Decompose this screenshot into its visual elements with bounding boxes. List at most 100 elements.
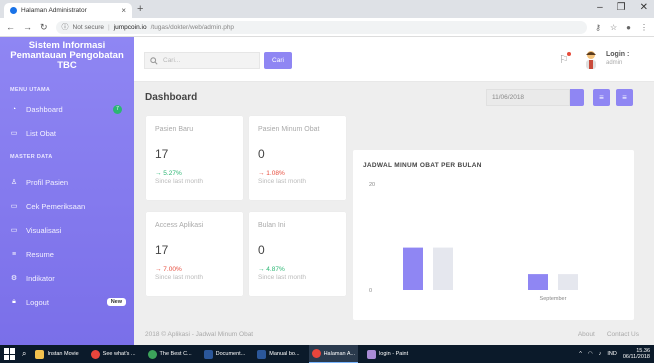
favicon-icon (10, 7, 17, 14)
windows-start-icon[interactable] (4, 348, 16, 360)
search-input[interactable]: Cari... (144, 52, 260, 69)
search-icon (150, 56, 158, 65)
notification-badge: 7 (113, 104, 122, 114)
taskbar-item[interactable]: Manual bo... (254, 345, 302, 363)
section-label-menu: MENU UTAMA (10, 87, 51, 93)
url-host: jumpcoin.io (113, 23, 147, 31)
taskbar-item[interactable]: Document... (201, 345, 249, 363)
sidebar-item-cek-pemeriksaan[interactable]: ▭ Cek Pemeriksaan (10, 199, 126, 213)
new-badge: New (106, 298, 126, 306)
folder-icon (35, 349, 45, 359)
user-icon: ♙ (10, 179, 18, 186)
footer-copyright: 2018 © Aplikasi - Jadwal Minum Obat (145, 330, 254, 338)
close-tab-icon[interactable]: × (121, 6, 126, 15)
key-icon[interactable]: ⚷ (595, 23, 601, 32)
section-label-master: MASTER DATA (10, 154, 53, 160)
word-icon (203, 349, 213, 359)
system-tray: ^ ◠ ♪ IND 15.36 06/11/2018 (579, 348, 650, 360)
notification-dot (566, 52, 571, 56)
sidebar-item-resume[interactable]: ≡ Resume (10, 247, 126, 261)
sidebar-item-label: Profil Pasien (26, 177, 69, 187)
bar-chart: 20 0 September (369, 182, 578, 302)
sidebar-item-indikator[interactable]: ⚙ Indikator (10, 271, 126, 285)
y-tick-label: 0 (369, 288, 372, 294)
stat-delta: → 5.27% (155, 170, 182, 177)
maximize-button[interactable]: ❐ (617, 2, 626, 13)
taskbar-item[interactable]: See what's ... (88, 345, 139, 363)
footer-about-link[interactable]: About (578, 331, 595, 338)
chrome-icon (147, 349, 157, 359)
taskbar-item[interactable]: Instan Movie (32, 345, 81, 363)
reload-icon[interactable]: ↻ (40, 22, 48, 33)
os-taskbar: ⌕ Instan Movie See what's ... The Best C… (0, 345, 654, 363)
stat-since: Since last month (155, 274, 204, 281)
stat-since: Since last month (258, 274, 307, 281)
back-icon[interactable]: ← (6, 22, 15, 32)
language-indicator[interactable]: IND (607, 351, 616, 357)
stat-card-pasien-baru: Pasien Baru 17 → 5.27% Since last month (146, 116, 243, 200)
chart-card: JADWAL MINUM OBAT PER BULAN 20 0 September (353, 150, 634, 320)
menu-kebab-icon[interactable]: ⋮ (640, 23, 648, 32)
chart-bar (558, 274, 578, 290)
menu-button[interactable]: ≡ (593, 89, 610, 106)
date-input[interactable]: 11/06/2018 (486, 89, 570, 106)
sidebar-item-dashboard[interactable]: ◔ Dashboard 7 (10, 102, 126, 116)
login-label: Login : (606, 51, 630, 58)
info-icon[interactable]: ⓘ (62, 22, 69, 32)
sidebar-item-label: Resume (26, 249, 54, 259)
y-tick-label: 20 (369, 182, 375, 188)
browser-tab[interactable]: Halaman Administrator × (4, 3, 132, 18)
profile-icon[interactable]: ● (626, 23, 631, 32)
sidebar-item-visualisasi[interactable]: ▭ Visualisasi (10, 223, 126, 237)
bookmark-star-icon[interactable]: ☆ (610, 23, 617, 32)
sidebar-item-label: Indikator (26, 273, 55, 283)
search-icon[interactable]: ⌕ (22, 349, 26, 359)
volume-icon[interactable]: ♪ (599, 351, 602, 357)
footer-contact-link[interactable]: Contact Us (607, 331, 639, 338)
app-root: Sistem Informasi Pemantauan Pengobatan T… (0, 37, 654, 345)
forward-icon[interactable]: → (23, 22, 32, 32)
taskbar-item[interactable]: login - Paint (364, 345, 411, 363)
sidebar-item-logout[interactable]: 🔒︎ Logout New (10, 295, 126, 309)
url-field[interactable]: ⓘ Not secure | jumpcoin.io/tugas/dokter/… (55, 20, 588, 34)
paint-icon (367, 349, 377, 359)
window-controls: – ❐ ✕ (597, 2, 648, 13)
url-path: /tugas/dokter/web/admin.php (150, 23, 235, 31)
close-window-button[interactable]: ✕ (640, 2, 648, 13)
chart-bar (528, 274, 548, 290)
calendar-button[interactable] (570, 89, 584, 106)
taskbar-item[interactable]: The Best C... (145, 345, 195, 363)
minimize-button[interactable]: – (597, 2, 603, 13)
stat-delta: → 7.00% (155, 266, 182, 273)
sidebar-item-list-obat[interactable]: ▭ List Obat (10, 126, 126, 140)
stat-card-bulan-ini: Bulan Ini 0 → 4.87% Since last month (249, 212, 346, 296)
folder-icon: ▭ (10, 203, 18, 210)
stat-label: Access Aplikasi (155, 222, 204, 229)
tray-up-icon[interactable]: ^ (579, 351, 582, 357)
sidebar-item-label: Dashboard (26, 104, 63, 114)
sidebar-item-label: List Obat (26, 128, 57, 138)
options-button[interactable]: ≡ (616, 89, 633, 106)
avatar[interactable] (584, 50, 598, 69)
tab-title: Halaman Administrator (21, 7, 87, 14)
stat-card-access-aplikasi: Access Aplikasi 17 → 7.00% Since last mo… (146, 212, 243, 296)
gear-icon: ⚙ (10, 275, 18, 282)
notification-bell-icon[interactable]: ⚐ (559, 52, 571, 66)
word-icon (257, 349, 267, 359)
chart-bar (403, 247, 423, 290)
stat-since: Since last month (258, 178, 307, 185)
sidebar-item-profil-pasien[interactable]: ♙ Profil Pasien (10, 175, 126, 189)
clock[interactable]: 15.36 06/11/2018 (623, 348, 650, 360)
stat-value: 0 (258, 243, 265, 257)
not-secure-label: Not secure (72, 23, 104, 31)
search-button[interactable]: Cari (264, 52, 292, 69)
network-icon[interactable]: ◠ (588, 351, 593, 357)
chrome-icon (90, 349, 100, 359)
stat-delta: → 1.08% (258, 170, 285, 177)
new-tab-button[interactable]: + (137, 3, 143, 15)
lock-icon: 🔒︎ (12, 298, 16, 305)
address-bar-row: ← → ↻ ⓘ Not secure | jumpcoin.io/tugas/d… (0, 18, 654, 37)
taskbar-item-active[interactable]: Halaman A... (308, 345, 359, 363)
sidebar: Sistem Informasi Pemantauan Pengobatan T… (0, 37, 134, 345)
sidebar-item-label: Cek Pemeriksaan (26, 201, 86, 211)
